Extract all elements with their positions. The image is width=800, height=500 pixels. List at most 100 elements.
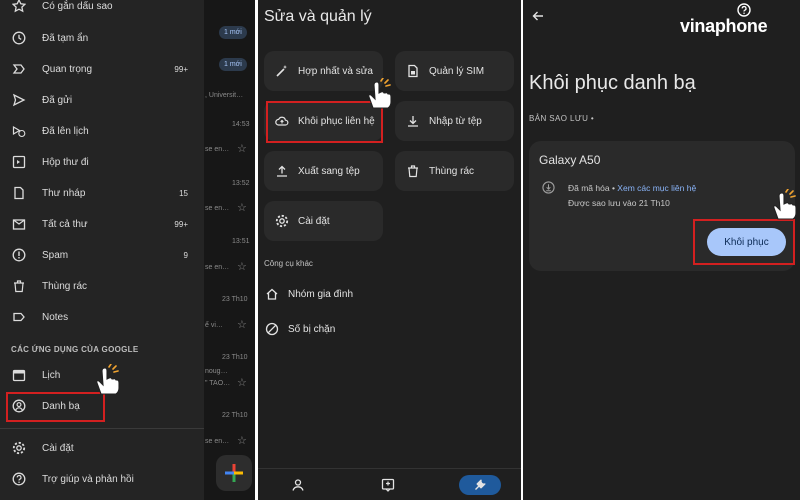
star-icon	[11, 0, 27, 14]
nav-fix-manage-button[interactable]	[459, 475, 501, 495]
row-blocked-numbers[interactable]: Số bị chặn	[258, 316, 521, 342]
drawer-item-drafts[interactable]: Thư nháp 15	[0, 181, 204, 205]
nav-contacts-button[interactable]	[288, 475, 308, 495]
download-icon	[405, 113, 421, 129]
drawer-item-starred[interactable]: Có gắn dấu sao	[0, 0, 204, 18]
mail-snippet: " TAO…	[205, 380, 231, 387]
drawer-item-important[interactable]: Quan trọng 99+	[0, 57, 204, 81]
fix-and-manage-panel: Sửa và quản lý Hợp nhất và sửa Quản lý S…	[258, 0, 521, 500]
backups-header: BẢN SAO LƯU •	[529, 114, 595, 123]
star-icon[interactable]: ☆	[237, 376, 247, 389]
star-icon[interactable]: ☆	[237, 260, 247, 273]
mail-snippet: ể vi…	[205, 322, 223, 329]
drawer-item-label: Hộp thư đi	[42, 156, 89, 168]
divider	[0, 428, 204, 429]
drawer-item-label: Đã tạm ẩn	[42, 32, 89, 44]
all-mail-icon	[11, 216, 27, 232]
drawer-item-label: Thùng rác	[42, 280, 88, 292]
mail-snippet: noug…	[205, 368, 228, 375]
google-apps-section-header: CÁC ỨNG DỤNG CỦA GOOGLE	[11, 345, 139, 354]
drawer-item-count: 9	[183, 250, 188, 260]
drawer-item-help[interactable]: Trợ giúp và phản hồi	[0, 467, 204, 491]
label-icon	[11, 309, 27, 325]
mail-time: 23 Th10	[222, 296, 248, 303]
tile-import-file[interactable]: Nhập từ tệp	[395, 101, 514, 141]
drawer-item-all-mail[interactable]: Tất cả thư 99+	[0, 212, 204, 236]
tile-manage-sim[interactable]: Quản lý SIM	[395, 51, 514, 91]
question-mark-icon	[737, 3, 751, 17]
tile-label: Thùng rác	[429, 165, 475, 177]
gmail-drawer-panel: 1 mới 1 mới , Universit… 14:53 se en… 13…	[0, 0, 255, 500]
drawer-item-label: Cài đặt	[42, 442, 74, 454]
home-icon	[264, 286, 280, 302]
tile-label: Nhập từ tệp	[429, 115, 482, 127]
view-contacts-link[interactable]: Xem các mục liên hệ	[617, 183, 696, 193]
drawer-item-snoozed[interactable]: Đã tạm ẩn	[0, 26, 204, 50]
drawer-item-sent[interactable]: Đã gửi	[0, 88, 204, 112]
restore-button-highlight-box	[693, 219, 795, 265]
scheduled-icon	[11, 123, 27, 139]
wrench-icon	[475, 479, 486, 490]
drawer-item-label: Quan trọng	[42, 63, 93, 75]
drawer-item-count: 15	[179, 188, 188, 198]
trash-icon	[11, 278, 27, 294]
drawer-item-outbox[interactable]: Hộp thư đi	[0, 150, 204, 174]
new-badge: 1 mới	[219, 58, 247, 71]
drawer-item-count: 99+	[174, 64, 188, 74]
send-icon	[11, 92, 27, 108]
clock-icon	[11, 30, 27, 46]
magic-wand-icon	[274, 63, 290, 79]
drawer-item-label: Trợ giúp và phản hồi	[42, 473, 134, 485]
drawer-item-label: Có gắn dấu sao	[42, 0, 113, 12]
drawer-item-scheduled[interactable]: Đã lên lịch	[0, 119, 204, 143]
star-icon[interactable]: ☆	[237, 142, 247, 155]
mail-time: 23 Th10	[222, 354, 248, 361]
mail-time: 14:53	[232, 121, 250, 128]
page-title: Khôi phục danh bạ	[529, 72, 696, 94]
spam-icon	[11, 247, 27, 263]
mail-list-background	[204, 0, 255, 500]
bottom-navigation	[258, 468, 521, 500]
draft-icon	[11, 185, 27, 201]
mail-time: 13:52	[232, 180, 250, 187]
encrypted-line: Đã mã hóa • Xem các mục liên hệ	[568, 183, 696, 193]
calendar-icon	[11, 367, 27, 383]
row-label: Số bị chặn	[288, 324, 336, 335]
tile-trash[interactable]: Thùng rác	[395, 151, 514, 191]
tile-label: Cài đặt	[298, 215, 330, 227]
back-button[interactable]	[528, 6, 548, 26]
hand-pointer-icon	[368, 78, 392, 109]
sim-card-icon	[405, 63, 421, 79]
drawer-item-trash[interactable]: Thùng rác	[0, 274, 204, 298]
mail-snippet: se en…	[205, 264, 230, 271]
row-family-group[interactable]: Nhóm gia đình	[258, 281, 521, 307]
nav-highlights-button[interactable]	[378, 475, 398, 495]
upload-icon	[274, 163, 290, 179]
mail-time: 13:51	[232, 238, 250, 245]
mail-snippet: se en…	[205, 205, 230, 212]
device-name: Galaxy A50	[539, 153, 601, 167]
compose-button[interactable]	[216, 455, 252, 491]
star-icon[interactable]: ☆	[237, 201, 247, 214]
star-icon[interactable]: ☆	[237, 318, 247, 331]
drawer-item-spam[interactable]: Spam 9	[0, 243, 204, 267]
other-tools-header: Công cụ khác	[264, 259, 313, 268]
tile-export-file[interactable]: Xuất sang tệp	[264, 151, 383, 191]
mail-snippet: se en…	[205, 438, 230, 445]
blocked-icon	[264, 321, 280, 337]
help-icon	[11, 471, 27, 487]
new-badge: 1 mới	[219, 26, 247, 39]
row-label: Nhóm gia đình	[288, 289, 354, 300]
mail-snippet: se en…	[205, 146, 230, 153]
restore-contacts-panel: vinaphone Khôi phục danh bạ BẢN SAO LƯU …	[523, 0, 800, 500]
drawer-item-settings[interactable]: Cài đặt	[0, 436, 204, 460]
star-icon[interactable]: ☆	[237, 434, 247, 447]
backup-date: Được sao lưu vào 21 Th10	[568, 198, 670, 208]
plus-icon	[225, 464, 243, 482]
drawer-item-notes[interactable]: Notes	[0, 305, 204, 329]
hand-pointer-icon	[773, 189, 797, 220]
tile-settings[interactable]: Cài đặt	[264, 201, 383, 241]
mail-time: 22 Th10	[222, 412, 248, 419]
tile-label: Xuất sang tệp	[298, 165, 360, 177]
highlights-icon	[381, 478, 395, 492]
